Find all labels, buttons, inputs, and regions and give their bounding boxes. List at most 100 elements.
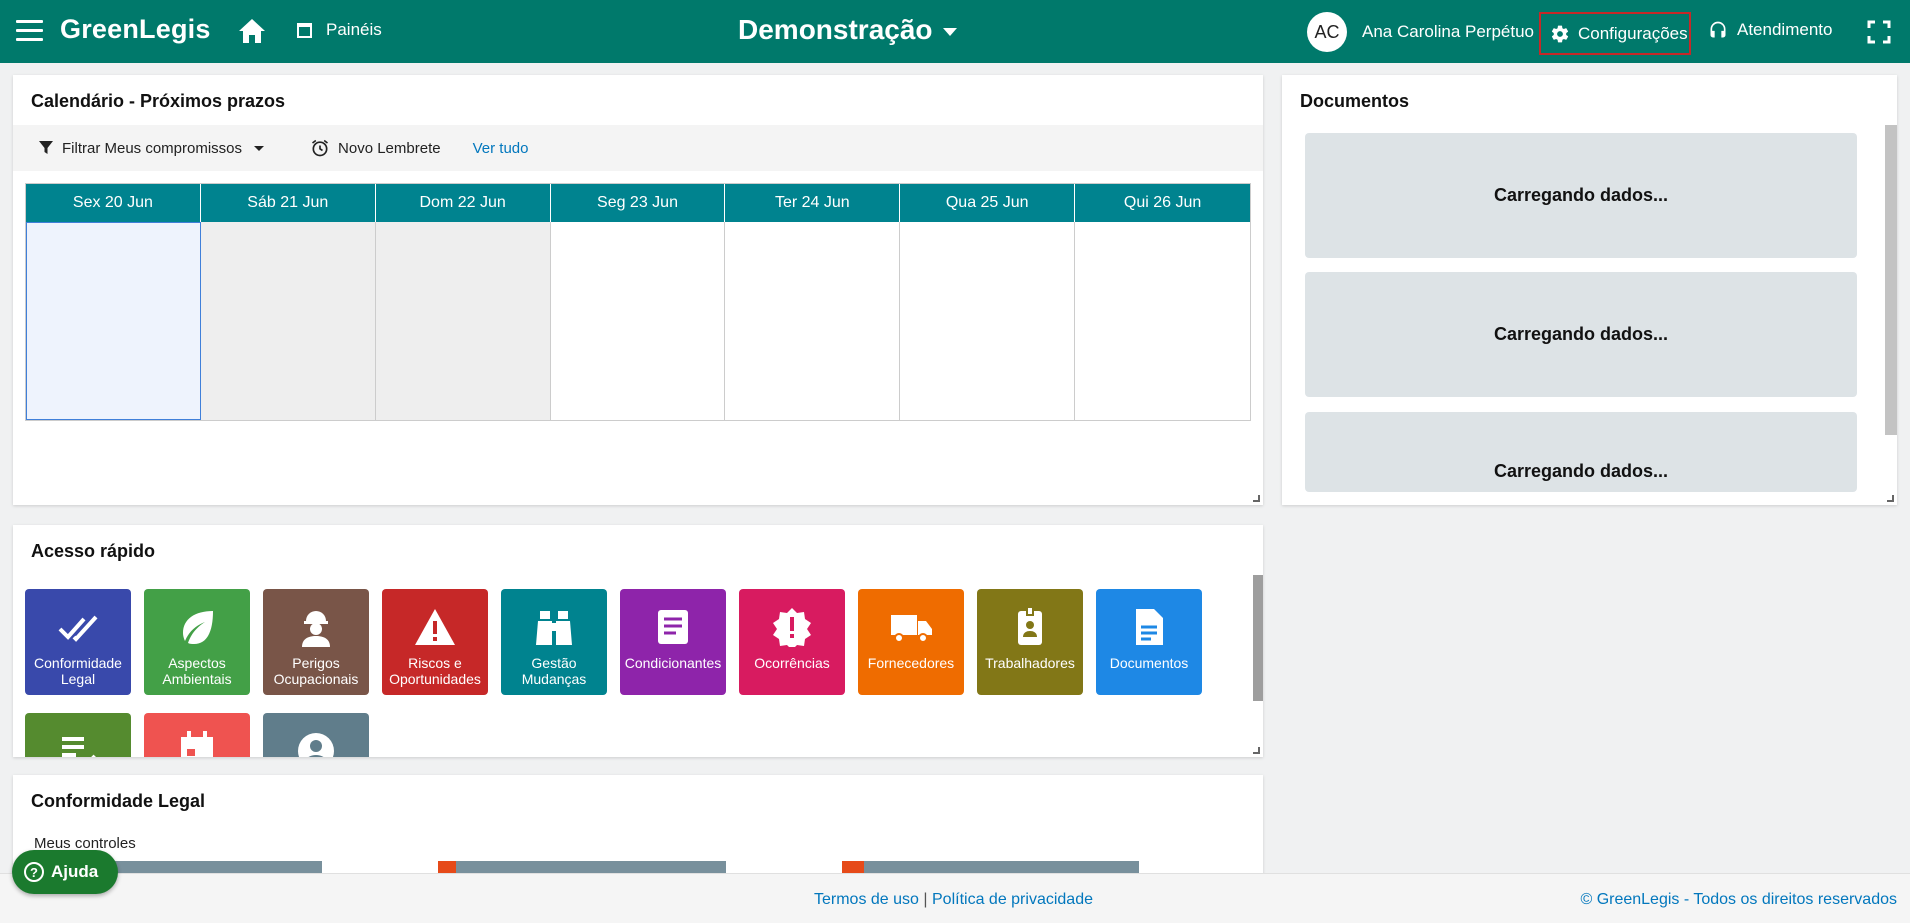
checklist-icon (62, 737, 96, 757)
day-cell[interactable] (200, 222, 376, 420)
day-header: Sáb 21 Jun (200, 184, 376, 222)
page-scrollbar[interactable] (1885, 125, 1897, 435)
day-cell-today[interactable] (26, 222, 201, 420)
account-icon (298, 733, 334, 757)
compliance-title: Conformidade Legal (31, 791, 206, 811)
filter-icon (39, 141, 53, 154)
resize-handle[interactable] (1253, 495, 1260, 502)
support-button[interactable]: Atendimento (1708, 20, 1832, 40)
settings-button[interactable]: Configurações (1539, 12, 1691, 55)
tile-perigos-ocupacionais[interactable]: Perigos Ocupacionais (263, 589, 369, 695)
loading-placeholder: Carregando dados... (1305, 272, 1857, 397)
support-label: Atendimento (1737, 20, 1833, 39)
footer-separator: | (923, 891, 928, 908)
help-button[interactable]: ? Ajuda (12, 850, 118, 894)
calendar-title: Calendário - Próximos prazos (31, 91, 286, 111)
day-header: Qui 26 Jun (1075, 184, 1250, 222)
caret-down-icon (942, 28, 957, 36)
binoculars-icon (536, 611, 572, 645)
new-reminder-button[interactable]: Novo Lembrete (310, 138, 441, 158)
terms-link[interactable]: Termos de uso (814, 891, 919, 908)
headset-icon (1710, 21, 1726, 38)
tile-trabalhadores[interactable]: Trabalhadores (977, 589, 1083, 695)
quick-access-title: Acesso rápido (31, 541, 156, 561)
calendar-icon (181, 731, 213, 757)
calendar-grid: Sex 20 Jun Sáb 21 Jun Dom 22 Jun Seg 23 … (25, 183, 1251, 421)
compliance-bar-segment[interactable] (438, 861, 456, 873)
compliance-card: Conformidade Legal Meus controles (13, 775, 1263, 885)
tile-aspectos-ambientais[interactable]: Aspectos Ambientais (144, 589, 250, 695)
menu-icon[interactable] (16, 20, 43, 42)
tile-riscos-oportunidades[interactable]: Riscos e Oportunidades (382, 589, 488, 695)
resize-handle[interactable] (1887, 495, 1894, 502)
footer: Termos de uso | Política de privacidade … (0, 873, 1910, 923)
tile-fornecedores[interactable]: Fornecedores (858, 589, 964, 695)
workspace-selector[interactable]: Demonstração (738, 14, 957, 46)
day-cell[interactable] (1075, 222, 1250, 420)
tile-documentos[interactable]: Documentos (1096, 589, 1202, 695)
documents-card: Documentos Carregando dados... Carregand… (1282, 75, 1897, 505)
day-header: Sex 20 Jun (26, 184, 201, 222)
compliance-bar[interactable] (456, 861, 726, 873)
double-check-icon (58, 615, 98, 642)
loading-placeholder: Carregando dados... (1305, 133, 1857, 258)
home-icon[interactable] (237, 17, 267, 45)
panels-label: Painéis (326, 20, 382, 39)
help-label: Ajuda (51, 862, 99, 881)
resize-handle[interactable] (1253, 747, 1260, 754)
new-reminder-label: Novo Lembrete (338, 139, 441, 157)
quick-access-card: Acesso rápido Conformidade Legal Aspecto… (13, 525, 1263, 757)
tile-checklist[interactable] (25, 713, 131, 757)
tile-label: Perigos Ocupacionais (273, 655, 359, 687)
tile-condicionantes[interactable]: Condicionantes (620, 589, 726, 695)
calendar-toolbar: Filtrar Meus compromissos Novo Lembrete … (13, 125, 1263, 171)
panels-link[interactable]: Painéis (297, 20, 382, 40)
fullscreen-icon[interactable] (1867, 20, 1891, 44)
help-icon: ? (24, 862, 44, 882)
day-cell[interactable] (725, 222, 901, 420)
truck-icon (891, 615, 932, 643)
worker-icon (302, 611, 330, 647)
calendar-card: Calendário - Próximos prazos Filtrar Meu… (13, 75, 1263, 505)
document-lines-icon (658, 610, 688, 644)
warning-icon (415, 609, 455, 645)
tile-label: Ocorrências (754, 655, 830, 671)
compliance-bar[interactable] (104, 861, 322, 873)
day-cell[interactable] (900, 222, 1076, 420)
quick-access-scrollbar[interactable] (1253, 575, 1263, 701)
tile-label: Documentos (1109, 655, 1189, 671)
tile-gestao-mudancas[interactable]: Gestão Mudanças (501, 589, 607, 695)
id-badge-icon (1018, 607, 1042, 645)
tile-label: Fornecedores (867, 655, 955, 671)
tile-conformidade-legal[interactable]: Conformidade Legal (25, 589, 131, 695)
day-cell[interactable] (375, 222, 551, 420)
file-icon (1136, 609, 1163, 645)
filter-dropdown[interactable]: Filtrar Meus compromissos (38, 139, 265, 157)
day-header: Ter 24 Jun (725, 184, 901, 222)
avatar: AC (1307, 12, 1347, 52)
privacy-link[interactable]: Política de privacidade (932, 891, 1093, 908)
day-header: Dom 22 Jun (375, 184, 551, 222)
day-header: Seg 23 Jun (550, 184, 726, 222)
filter-label: Filtrar Meus compromissos (62, 139, 243, 157)
tile-label: Aspectos Ambientais (162, 655, 232, 687)
user-menu[interactable]: AC Ana Carolina Perpétuo (1307, 12, 1534, 52)
tile-account[interactable] (263, 713, 369, 757)
user-name: Ana Carolina Perpétuo (1362, 22, 1535, 41)
copyright-link[interactable]: © GreenLegis - Todos os direitos reserva… (1580, 891, 1897, 909)
see-all-link[interactable]: Ver tudo (473, 140, 529, 157)
tile-calendar[interactable] (144, 713, 250, 757)
tile-label: Condicionantes (624, 655, 722, 671)
tile-label: Gestão Mudanças (521, 655, 587, 687)
tile-ocorrencias[interactable]: Ocorrências (739, 589, 845, 695)
tile-label: Trabalhadores (985, 655, 1075, 671)
brand-logo[interactable]: GreenLegis (60, 14, 211, 45)
leaf-icon (183, 611, 213, 644)
top-bar: GreenLegis Painéis Demonstração AC Ana C… (0, 0, 1910, 63)
caret-down-icon (254, 145, 265, 151)
workspace-name: Demonstração (738, 14, 933, 45)
settings-label: Configurações (1578, 23, 1688, 43)
compliance-bar-segment[interactable] (842, 861, 864, 873)
compliance-bar[interactable] (864, 861, 1139, 873)
day-cell[interactable] (551, 222, 726, 420)
